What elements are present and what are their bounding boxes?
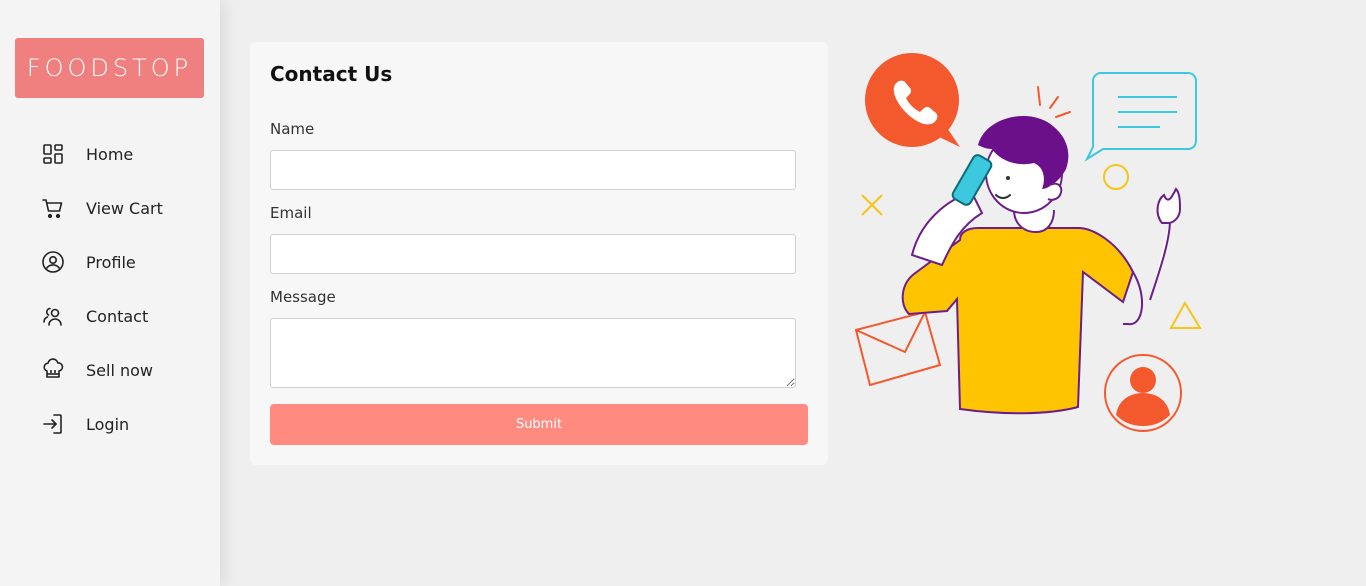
- login-icon: [40, 411, 66, 437]
- email-input[interactable]: [270, 234, 796, 274]
- message-label: Message: [270, 288, 336, 306]
- sidebar-item-label: Contact: [86, 306, 149, 326]
- envelope-icon: [854, 310, 942, 387]
- chef-hat-icon: [40, 357, 66, 383]
- sidebar-item-label: Home: [86, 144, 134, 164]
- circle-decoration-icon: [1103, 164, 1129, 190]
- sidebar: FOODSTOP Home View Cart Profile Contact …: [0, 0, 220, 586]
- sidebar-item-label: Profile: [86, 252, 136, 272]
- sidebar-item-view-cart[interactable]: View Cart: [40, 181, 163, 235]
- contact-card: Contact Us Name Email Message Submit: [250, 42, 828, 465]
- triangle-decoration-icon: [1169, 301, 1202, 329]
- cart-icon: [40, 195, 66, 221]
- sidebar-item-sell-now[interactable]: Sell now: [40, 343, 163, 397]
- user-avatar-icon: [1104, 354, 1182, 432]
- sidebar-item-label: Sell now: [86, 360, 153, 380]
- sidebar-item-label: View Cart: [86, 198, 163, 218]
- sidebar-item-home[interactable]: Home: [40, 127, 163, 181]
- sidebar-item-profile[interactable]: Profile: [40, 235, 163, 289]
- message-textarea[interactable]: [270, 318, 796, 388]
- sparkle-lines-icon: [1037, 86, 1071, 118]
- sidebar-item-login[interactable]: Login: [40, 397, 163, 451]
- phone-bubble-icon: [865, 53, 960, 147]
- message-bubble-icon: [1084, 72, 1197, 162]
- sidebar-item-contact[interactable]: Contact: [40, 289, 163, 343]
- sidebar-nav: Home View Cart Profile Contact Sell now …: [40, 127, 163, 451]
- submit-button[interactable]: Submit: [270, 404, 808, 445]
- name-input[interactable]: [270, 150, 796, 190]
- home-grid-icon: [40, 141, 66, 167]
- email-label: Email: [270, 204, 312, 222]
- profile-icon: [40, 249, 66, 275]
- page-title: Contact Us: [270, 62, 393, 86]
- name-label: Name: [270, 120, 315, 138]
- contact-illustration: [854, 53, 1202, 432]
- sidebar-item-label: Login: [86, 414, 130, 434]
- x-decoration-icon: [861, 194, 883, 216]
- foodstop-logo[interactable]: FOODSTOP: [15, 38, 204, 98]
- contact-icon: [40, 303, 66, 329]
